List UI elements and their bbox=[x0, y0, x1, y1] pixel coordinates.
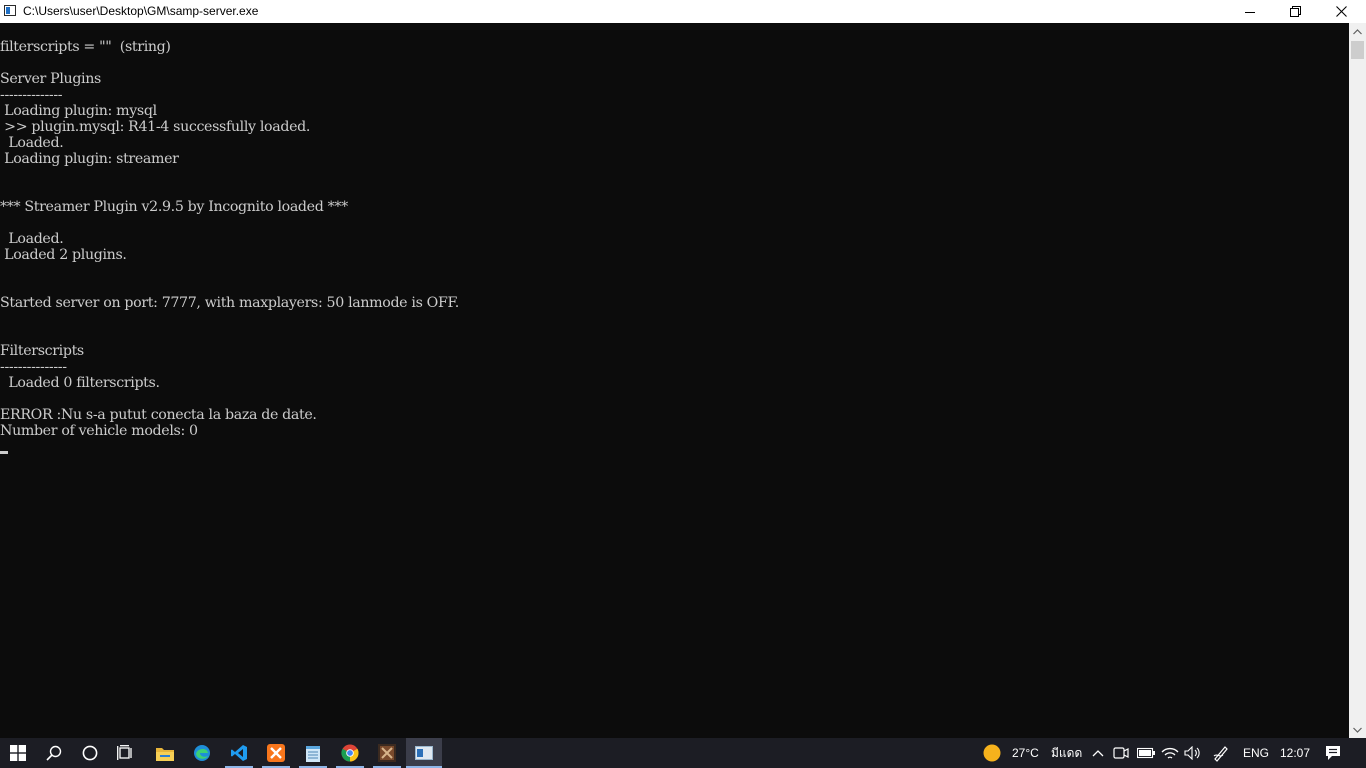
file-explorer-button[interactable] bbox=[147, 738, 183, 768]
task-view-icon bbox=[117, 745, 132, 760]
console-line: Filterscripts bbox=[0, 343, 84, 359]
console-line: Loading plugin: mysql bbox=[0, 103, 157, 119]
console-line: >> plugin.mysql: R41-4 successfully load… bbox=[0, 119, 311, 135]
game-app-icon bbox=[378, 744, 396, 762]
scrollbar-thumb[interactable] bbox=[1351, 41, 1364, 59]
vertical-scrollbar[interactable] bbox=[1349, 23, 1366, 738]
minimize-button[interactable] bbox=[1227, 0, 1273, 23]
console-line: --------------- bbox=[0, 359, 67, 375]
close-icon bbox=[1335, 6, 1347, 17]
scroll-up-button[interactable] bbox=[1349, 23, 1366, 40]
console-line: Server Plugins bbox=[0, 71, 101, 87]
chevron-up-icon bbox=[1092, 750, 1104, 757]
file-explorer-icon bbox=[156, 747, 174, 761]
text-cursor bbox=[0, 451, 8, 454]
search-button[interactable] bbox=[36, 738, 72, 768]
game-app-button[interactable] bbox=[369, 738, 405, 768]
vscode-button[interactable] bbox=[221, 738, 257, 768]
console-line: ERROR :Nu s-a putut conecta la baza de d… bbox=[0, 407, 317, 423]
restore-icon bbox=[1289, 6, 1301, 17]
battery-icon[interactable] bbox=[1137, 744, 1155, 762]
search-icon bbox=[46, 745, 62, 761]
cortana-icon bbox=[82, 745, 98, 761]
notification-icon bbox=[1326, 746, 1340, 760]
chrome-icon bbox=[341, 744, 359, 762]
console-line: Started server on port: 7777, with maxpl… bbox=[0, 295, 459, 311]
console-line: Loaded. bbox=[0, 231, 64, 247]
console-line: Loaded. bbox=[0, 135, 64, 151]
restore-button[interactable] bbox=[1272, 0, 1318, 23]
weather-temperature[interactable]: 27°C bbox=[1012, 745, 1039, 761]
notepad-button[interactable] bbox=[295, 738, 331, 768]
console-line: Loaded 0 filterscripts. bbox=[0, 375, 160, 391]
start-icon bbox=[10, 745, 26, 761]
console-app-icon bbox=[415, 746, 433, 760]
volume-icon[interactable] bbox=[1184, 744, 1202, 762]
xampp-button[interactable] bbox=[258, 738, 294, 768]
notepad-icon bbox=[306, 746, 320, 762]
edge-button[interactable] bbox=[184, 738, 220, 768]
scroll-down-button[interactable] bbox=[1349, 721, 1366, 738]
clock[interactable]: 12:07 bbox=[1280, 745, 1310, 761]
weather-condition[interactable]: มีแดด bbox=[1051, 745, 1082, 761]
minimize-icon bbox=[1245, 11, 1255, 13]
start-button[interactable] bbox=[0, 738, 36, 768]
console-line: Loading plugin: streamer bbox=[0, 151, 179, 167]
chrome-button[interactable] bbox=[332, 738, 368, 768]
console-line: Number of vehicle models: 0 bbox=[0, 423, 198, 439]
pen-workspace-icon[interactable] bbox=[1212, 744, 1230, 762]
weather-icon[interactable] bbox=[983, 744, 1001, 762]
console-line: filterscripts = "" (string) bbox=[0, 39, 171, 55]
edge-icon bbox=[194, 745, 210, 761]
cortana-button[interactable] bbox=[72, 738, 108, 768]
wifi-icon[interactable] bbox=[1161, 744, 1179, 762]
chevron-down-icon bbox=[1353, 727, 1362, 733]
window-title: C:\Users\user\Desktop\GM\samp-server.exe bbox=[23, 4, 259, 18]
console-output[interactable]: filterscripts = "" (string) Server Plugi… bbox=[0, 23, 1349, 738]
task-view-button[interactable] bbox=[108, 738, 144, 768]
meet-now-icon[interactable] bbox=[1112, 744, 1130, 762]
show-hidden-icons-button[interactable] bbox=[1089, 744, 1107, 762]
notification-center-button[interactable] bbox=[1324, 744, 1342, 762]
input-language[interactable]: ENG bbox=[1243, 745, 1269, 761]
xampp-icon bbox=[267, 744, 285, 762]
console-line: *** Streamer Plugin v2.9.5 by Incognito … bbox=[0, 199, 348, 215]
chevron-up-icon bbox=[1353, 28, 1362, 34]
console-line: Loaded 2 plugins. bbox=[0, 247, 127, 263]
taskbar: 27°C มีแดด ENG 12:07 bbox=[0, 738, 1366, 768]
close-button[interactable] bbox=[1318, 0, 1364, 23]
vscode-icon bbox=[231, 745, 247, 761]
title-bar[interactable]: C:\Users\user\Desktop\GM\samp-server.exe bbox=[0, 0, 1366, 23]
console-app-button[interactable] bbox=[406, 738, 442, 768]
console-app-icon[interactable] bbox=[4, 5, 16, 16]
console-line: -------------- bbox=[0, 87, 63, 103]
